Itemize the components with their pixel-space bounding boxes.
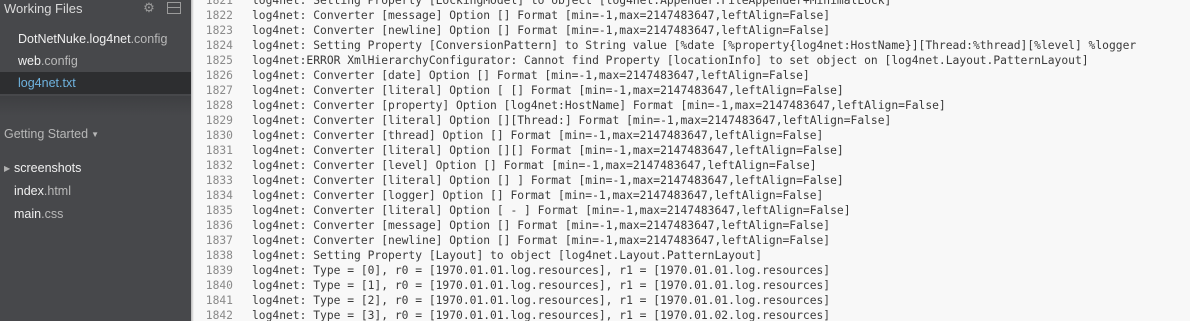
chevron-down-icon: ▼ — [91, 130, 99, 139]
line-text: log4net: Converter [thread] Option [] Fo… — [252, 129, 824, 142]
split-view-icon[interactable] — [167, 2, 181, 14]
project-dropdown[interactable]: Getting Started ▼ — [4, 127, 99, 141]
tree-file-index-html[interactable]: index.html — [0, 180, 191, 203]
line-number: 1824 — [205, 39, 233, 52]
triangle-right-icon: ▶ — [4, 164, 11, 173]
code-line: 1828 log4net: Converter [property] Option… — [194, 98, 946, 113]
code-line: 1826 log4net: Converter [date] Option [] … — [194, 68, 810, 83]
line-number: 1831 — [205, 144, 233, 157]
file-name: log4net — [18, 76, 60, 90]
gear-icon[interactable]: ⚙ — [142, 1, 156, 15]
sidebar-divider — [0, 96, 191, 116]
file-tree: ▶ screenshots index.html main.css — [0, 157, 191, 226]
line-number: 1822 — [205, 9, 233, 22]
code-line: 1823 log4net: Converter [newline] Option … — [194, 23, 830, 38]
sidebar: Working Files ⚙ DotNetNuke.log4net.confi… — [0, 0, 191, 321]
line-number: 1826 — [205, 69, 233, 82]
code-line: 1822 log4net: Converter [message] Option … — [194, 8, 830, 23]
line-number: 1840 — [205, 279, 233, 292]
line-number: 1825 — [205, 54, 233, 67]
line-text: log4net: Converter [literal] Option [ - … — [252, 204, 851, 217]
code-line: 1824 log4net: Setting Property [Conversio… — [194, 38, 1136, 53]
file-ext: .config — [40, 54, 78, 68]
file-ext: .txt — [59, 76, 76, 90]
line-number: 1833 — [205, 174, 233, 187]
code-line: 1833 log4net: Converter [literal] Option … — [194, 173, 844, 188]
line-number: 1842 — [205, 309, 233, 321]
line-text: log4net:ERROR XmlHierarchyConfigurator: … — [252, 54, 1089, 67]
line-number: 1830 — [205, 129, 233, 142]
code-line: 1841 log4net: Type = [2], r0 = [1970.01.0… — [194, 293, 830, 308]
file-name: web — [18, 54, 41, 68]
line-text: log4net: Converter [literal] Option [] ]… — [252, 174, 844, 187]
line-number: 1841 — [205, 294, 233, 307]
line-number: 1821 — [205, 0, 233, 7]
code-line: 1836 log4net: Converter [message] Option … — [194, 218, 830, 233]
line-number: 1835 — [205, 204, 233, 217]
line-text: log4net: Converter [literal] Option [][]… — [252, 144, 844, 157]
working-file-web-config[interactable]: web.config — [0, 50, 191, 72]
line-text: log4net: Type = [3], r0 = [1970.01.01.lo… — [252, 309, 831, 321]
line-number: 1828 — [205, 99, 233, 112]
code-line: 1832 log4net: Converter [level] Option []… — [194, 158, 817, 173]
tree-file-main-css[interactable]: main.css — [0, 203, 191, 226]
line-text: log4net: Converter [literal] Option [ []… — [252, 84, 844, 97]
line-text: log4net: Converter [logger] Option [] Fo… — [252, 189, 824, 202]
line-text: log4net: Converter [message] Option [] F… — [252, 219, 831, 232]
working-file-log4net-txt[interactable]: log4net.txt — [0, 72, 191, 94]
tree-item-ext: .css — [41, 207, 64, 221]
line-text: log4net: Converter [property] Option [lo… — [252, 99, 946, 112]
line-number: 1839 — [205, 264, 233, 277]
line-text: log4net: Converter [date] Option [] Form… — [252, 69, 810, 82]
code-line: 1838 log4net: Setting Property [Layout] t… — [194, 248, 762, 263]
line-text: log4net: Converter [literal] Option [][T… — [252, 114, 892, 127]
code-line: 1827 log4net: Converter [literal] Option … — [194, 83, 844, 98]
code-line: 1831 log4net: Converter [literal] Option … — [194, 143, 844, 158]
line-text: log4net: Setting Property [LockingModel]… — [252, 0, 892, 7]
tree-item-name: screenshots — [14, 161, 82, 175]
code-line: 1839 log4net: Type = [0], r0 = [1970.01.0… — [194, 263, 830, 278]
line-number: 1827 — [205, 84, 233, 97]
project-title: Getting Started — [4, 127, 89, 141]
code-line: 1825 log4net:ERROR XmlHierarchyConfigurat… — [194, 53, 1089, 68]
working-files-title: Working Files — [4, 1, 83, 16]
line-text: log4net: Type = [1], r0 = [1970.01.01.lo… — [252, 279, 831, 292]
line-number: 1836 — [205, 219, 233, 232]
line-text: log4net: Setting Property [ConversionPat… — [252, 39, 1137, 52]
code-line: 1829 log4net: Converter [literal] Option … — [194, 113, 892, 128]
line-text: log4net: Type = [0], r0 = [1970.01.01.lo… — [252, 264, 831, 277]
line-number: 1838 — [205, 249, 233, 262]
line-number: 1837 — [205, 234, 233, 247]
working-files-header: Working Files ⚙ — [0, 0, 191, 18]
code-line: 1835 log4net: Converter [literal] Option … — [194, 203, 851, 218]
code-line: 1834 log4net: Converter [logger] Option [… — [194, 188, 824, 203]
code-line: 1821 log4net: Setting Property [LockingMo… — [194, 0, 892, 8]
line-text: log4net: Converter [level] Option [] For… — [252, 159, 817, 172]
file-ext: .config — [130, 32, 168, 46]
code-line: 1840 log4net: Type = [1], r0 = [1970.01.0… — [194, 278, 830, 293]
line-text: log4net: Converter [newline] Option [] F… — [252, 234, 831, 247]
line-number: 1832 — [205, 159, 233, 172]
line-text: log4net: Converter [message] Option [] F… — [252, 9, 831, 22]
code-line: 1830 log4net: Converter [thread] Option [… — [194, 128, 824, 143]
working-file-dotnetnuke-log4net-config[interactable]: DotNetNuke.log4net.config — [0, 28, 191, 50]
line-number: 1829 — [205, 114, 233, 127]
tree-folder-screenshots[interactable]: ▶ screenshots — [0, 157, 191, 180]
tree-item-name: index — [14, 184, 44, 198]
file-name: DotNetNuke.log4net — [18, 32, 131, 46]
working-files-list: DotNetNuke.log4net.config web.config log… — [0, 28, 191, 94]
line-text: log4net: Converter [newline] Option [] F… — [252, 24, 831, 37]
line-text: log4net: Type = [2], r0 = [1970.01.01.lo… — [252, 294, 831, 307]
tree-item-name: main — [14, 207, 42, 221]
code-line: 1837 log4net: Converter [newline] Option … — [194, 233, 830, 248]
code-line: 1842 log4net: Type = [3], r0 = [1970.01.0… — [194, 308, 830, 321]
line-text: log4net: Setting Property [Layout] to ob… — [252, 249, 763, 262]
code-editor[interactable]: 1821 log4net: Setting Property [LockingMo… — [194, 0, 1190, 321]
tree-item-ext: .html — [43, 184, 71, 198]
line-number: 1823 — [205, 24, 233, 37]
line-number: 1834 — [205, 189, 233, 202]
